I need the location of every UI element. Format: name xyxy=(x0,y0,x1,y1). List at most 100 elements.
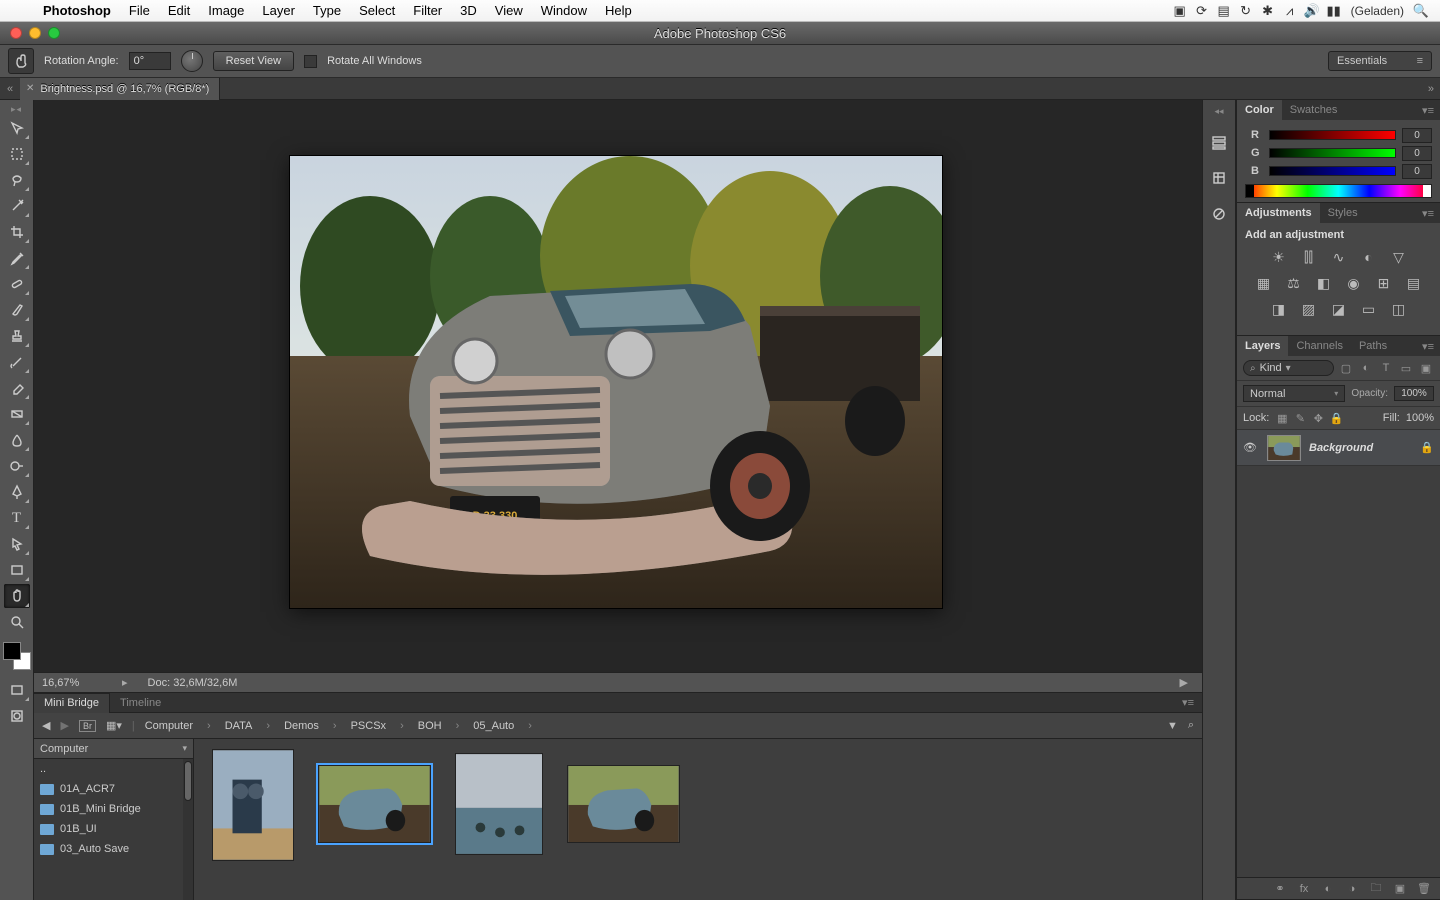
thumb-3[interactable] xyxy=(455,753,543,855)
lock-trans-icon[interactable]: ▦ xyxy=(1275,411,1289,425)
lock-all-icon[interactable]: 🔒 xyxy=(1329,411,1343,425)
thumb-4[interactable] xyxy=(567,765,680,843)
layer-filter-kind[interactable]: ⌕ Kind ▾ xyxy=(1243,360,1334,376)
fx-icon[interactable]: fx xyxy=(1296,883,1312,895)
thumb-2[interactable] xyxy=(318,765,431,843)
layers-flyout-icon[interactable]: ▾≡ xyxy=(1416,340,1440,353)
nav-back-icon[interactable]: ◀ xyxy=(42,719,50,732)
brightness-adj-icon[interactable]: ☀ xyxy=(1269,247,1289,267)
eyedropper-tool[interactable] xyxy=(4,246,30,270)
exposure-adj-icon[interactable]: ◐ xyxy=(1359,247,1379,267)
zoom-level[interactable]: 16,67% xyxy=(42,677,102,689)
new-layer-icon[interactable]: ▣ xyxy=(1392,882,1408,895)
filter-shape-icon[interactable]: ▭ xyxy=(1398,360,1414,376)
menu-image[interactable]: Image xyxy=(199,3,253,18)
camera-icon[interactable]: ▣ xyxy=(1169,3,1191,19)
history-panel-icon[interactable] xyxy=(1208,131,1230,153)
crumb-2[interactable]: Demos xyxy=(284,720,319,732)
menu-type[interactable]: Type xyxy=(304,3,350,18)
shape-tool[interactable] xyxy=(4,558,30,582)
nav-fwd-icon[interactable]: ▶ xyxy=(60,719,68,732)
history-brush-tool[interactable] xyxy=(4,350,30,374)
photo-filter-adj-icon[interactable]: ◉ xyxy=(1344,273,1364,293)
new-group-icon[interactable]: 🗀 xyxy=(1368,879,1384,898)
balance-adj-icon[interactable]: ⚖ xyxy=(1284,273,1304,293)
color-spectrum[interactable] xyxy=(1245,184,1432,198)
crumb-3[interactable]: PSCSx xyxy=(351,720,386,732)
healing-tool[interactable] xyxy=(4,272,30,296)
tab-channels[interactable]: Channels xyxy=(1288,336,1350,356)
hand-tool[interactable] xyxy=(4,584,30,608)
tab-layers[interactable]: Layers xyxy=(1237,336,1288,356)
eraser-tool[interactable] xyxy=(4,376,30,400)
wand-tool[interactable] xyxy=(4,194,30,218)
path-select-tool[interactable] xyxy=(4,532,30,556)
quickmask-toggle[interactable] xyxy=(4,704,30,728)
blur-tool[interactable] xyxy=(4,428,30,452)
hue-adj-icon[interactable]: ▦ xyxy=(1254,273,1274,293)
menu-select[interactable]: Select xyxy=(350,3,404,18)
tab-mini-bridge[interactable]: Mini Bridge xyxy=(34,693,110,713)
crumb-1[interactable]: DATA xyxy=(225,720,253,732)
tools-grip[interactable]: ▸◂ xyxy=(0,104,33,114)
lasso-tool[interactable] xyxy=(4,168,30,192)
fill-value[interactable]: 100% xyxy=(1406,412,1434,424)
tree-item-up[interactable]: .. xyxy=(34,759,193,779)
tab-paths[interactable]: Paths xyxy=(1351,336,1395,356)
filter-icon[interactable]: ▼ xyxy=(1167,720,1178,732)
g-value[interactable]: 0 xyxy=(1402,146,1432,161)
tree-item[interactable]: 01A_ACR7 xyxy=(34,779,193,799)
curves-adj-icon[interactable]: ∿ xyxy=(1329,247,1349,267)
brush-tool[interactable] xyxy=(4,298,30,322)
marquee-tool[interactable] xyxy=(4,142,30,166)
new-adj-icon[interactable]: ◑ xyxy=(1344,883,1360,895)
tabbar-collapse-icon[interactable]: « xyxy=(0,83,20,95)
tab-styles[interactable]: Styles xyxy=(1320,203,1366,223)
menu-edit[interactable]: Edit xyxy=(159,3,199,18)
view-mode-icon[interactable]: ▦▾ xyxy=(106,719,122,732)
visibility-toggle-icon[interactable]: 👁 xyxy=(1243,441,1259,454)
link-layers-icon[interactable]: ⚭ xyxy=(1272,882,1288,895)
spotlight-icon[interactable]: 🔍 xyxy=(1410,3,1432,19)
panel-flyout-icon[interactable]: ▾≡ xyxy=(1174,696,1202,709)
pen-tool[interactable] xyxy=(4,480,30,504)
menu-file[interactable]: File xyxy=(120,3,159,18)
crop-tool[interactable] xyxy=(4,220,30,244)
rotation-angle-input[interactable] xyxy=(129,52,171,70)
blend-mode-select[interactable]: Normal xyxy=(1243,385,1345,402)
properties-panel-icon[interactable] xyxy=(1208,167,1230,189)
threshold-adj-icon[interactable]: ◪ xyxy=(1329,299,1349,319)
current-tool-icon[interactable] xyxy=(8,48,34,74)
crumb-0[interactable]: Computer xyxy=(145,720,193,732)
tree-scrollbar[interactable] xyxy=(183,759,193,900)
menu-layer[interactable]: Layer xyxy=(253,3,304,18)
bluetooth-icon[interactable]: ✱ xyxy=(1257,3,1279,19)
lookup-adj-icon[interactable]: ▤ xyxy=(1404,273,1424,293)
tabbar-expand-icon[interactable]: » xyxy=(1428,83,1434,95)
dodge-tool[interactable] xyxy=(4,454,30,478)
gradient-tool[interactable] xyxy=(4,402,30,426)
opacity-value[interactable]: 100% xyxy=(1394,386,1434,401)
color-flyout-icon[interactable]: ▾≡ xyxy=(1416,104,1440,117)
display-icon[interactable]: ▤ xyxy=(1213,3,1235,19)
tab-swatches[interactable]: Swatches xyxy=(1282,100,1346,120)
menu-window[interactable]: Window xyxy=(532,3,596,18)
filter-adjust-icon[interactable]: ◐ xyxy=(1358,360,1374,376)
bw-adj-icon[interactable]: ◧ xyxy=(1314,273,1334,293)
g-slider[interactable] xyxy=(1269,148,1396,158)
app-menu[interactable]: Photoshop xyxy=(34,3,120,18)
status-flyout-icon[interactable]: ▶ xyxy=(1174,676,1194,689)
dock-grip[interactable]: ◂◂ xyxy=(1214,106,1223,117)
filter-smart-icon[interactable]: ▣ xyxy=(1418,360,1434,376)
b-slider[interactable] xyxy=(1269,166,1396,176)
type-tool[interactable]: T xyxy=(4,506,30,530)
mixer-adj-icon[interactable]: ⊞ xyxy=(1374,273,1394,293)
tree-header[interactable]: Computer xyxy=(34,739,193,759)
canvas-viewport[interactable]: D 33 330 xyxy=(34,100,1202,672)
filter-pixel-icon[interactable]: ▢ xyxy=(1338,360,1354,376)
tab-adjustments[interactable]: Adjustments xyxy=(1237,203,1320,223)
gradient-map-adj-icon[interactable]: ▭ xyxy=(1359,299,1379,319)
levels-adj-icon[interactable]: ⫿⫿ xyxy=(1299,247,1319,267)
lock-pixel-icon[interactable]: ✎ xyxy=(1293,411,1307,425)
r-value[interactable]: 0 xyxy=(1402,128,1432,143)
